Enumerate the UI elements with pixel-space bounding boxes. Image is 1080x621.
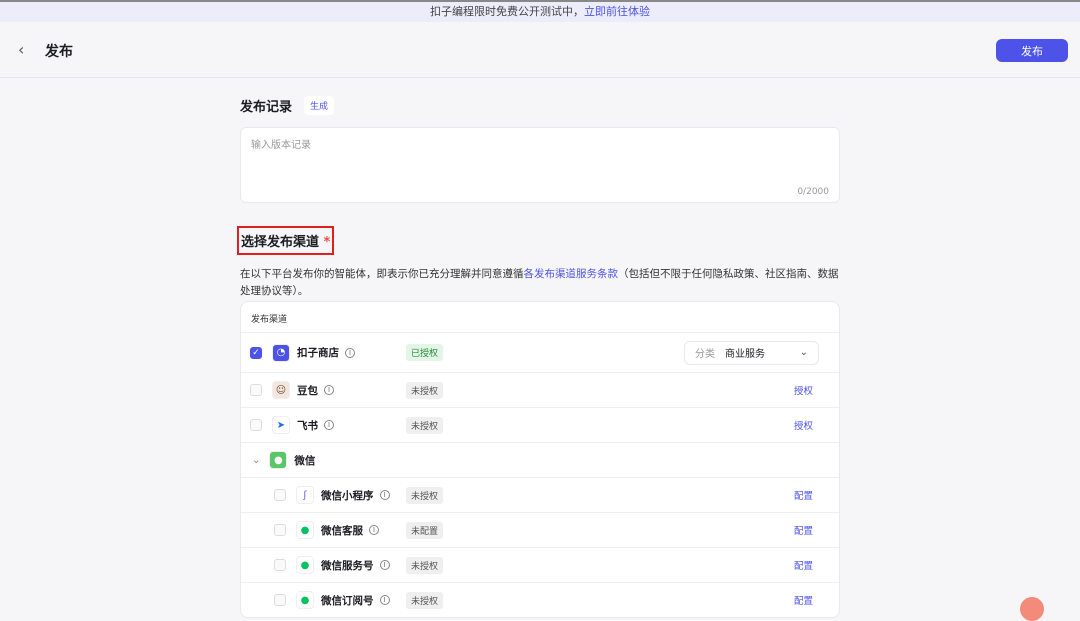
channel-name: 扣子商店 bbox=[297, 347, 339, 359]
configure-link[interactable]: 配置 bbox=[794, 558, 813, 572]
table-header: 发布渠道 bbox=[251, 315, 288, 325]
category-label: 分类 bbox=[695, 349, 715, 360]
wechat-service-icon: ● bbox=[296, 521, 314, 539]
checkbox[interactable] bbox=[274, 559, 286, 571]
info-icon[interactable]: i bbox=[324, 420, 334, 430]
configure-link[interactable]: 配置 bbox=[794, 523, 813, 537]
wechat-subscription-icon: ● bbox=[296, 591, 314, 609]
feishu-icon: ➤ bbox=[272, 416, 290, 434]
channel-name: 飞书 bbox=[297, 419, 318, 432]
promo-banner: 扣子编程限时免费公开测试中，立即前往体验 bbox=[0, 0, 1080, 22]
checkbox[interactable] bbox=[274, 524, 286, 536]
channel-row-coze-store: ✓ ◔ 扣子商店 i 已授权 分类 商业服务 ⌄ bbox=[241, 332, 839, 372]
authorize-link[interactable]: 授权 bbox=[794, 418, 813, 432]
version-record-field[interactable]: 0/2000 bbox=[240, 127, 840, 203]
configure-link[interactable]: 配置 bbox=[794, 593, 813, 607]
checkbox[interactable] bbox=[250, 419, 262, 431]
status-badge: 未授权 bbox=[406, 416, 444, 434]
channel-name: 微信 bbox=[294, 454, 316, 467]
status-badge: 未授权 bbox=[406, 591, 444, 609]
info-icon[interactable]: i bbox=[379, 560, 390, 570]
channels-description: 在以下平台发布你的智能体，即表示你已充分理解并同意遵循各发布渠道服务条款（包括但… bbox=[240, 266, 840, 300]
record-title: 发布记录 bbox=[240, 100, 293, 115]
info-icon[interactable]: i bbox=[324, 385, 334, 395]
authorize-link[interactable]: 授权 bbox=[794, 383, 813, 397]
info-icon[interactable]: i bbox=[379, 595, 390, 605]
page-title: 发布 bbox=[45, 44, 73, 60]
channel-row-wechat-subscription: ● 微信订阅号 i 未授权 配置 bbox=[241, 582, 839, 617]
channels-title: 选择发布渠道 * bbox=[237, 226, 335, 255]
checkbox[interactable] bbox=[274, 594, 286, 606]
configure-link[interactable]: 配置 bbox=[794, 488, 813, 502]
wechat-icon: ● bbox=[269, 451, 288, 469]
chevron-down-icon: ⌄ bbox=[799, 347, 808, 358]
coze-store-icon: ◔ bbox=[272, 343, 290, 362]
back-icon[interactable]: ‹ bbox=[18, 40, 24, 59]
channels-title-text: 选择发布渠道 bbox=[241, 235, 320, 250]
info-icon[interactable]: i bbox=[369, 525, 379, 535]
checkbox[interactable]: ✓ bbox=[250, 346, 262, 359]
status-badge: 未配置 bbox=[406, 521, 444, 539]
channel-name: 微信订阅号 bbox=[321, 594, 374, 607]
channel-name: 微信小程序 bbox=[321, 489, 374, 502]
category-select[interactable]: 分类 商业服务 ⌄ bbox=[684, 340, 819, 365]
miniprogram-icon: ʃ bbox=[296, 486, 314, 504]
checkbox[interactable] bbox=[274, 489, 286, 501]
status-badge: 未授权 bbox=[406, 381, 444, 399]
info-icon[interactable]: i bbox=[345, 347, 355, 358]
required-mark: * bbox=[323, 235, 331, 250]
channel-name: 豆包 bbox=[297, 384, 318, 397]
channel-row-wechat-service: ● 微信客服 i 未配置 配置 bbox=[241, 512, 839, 547]
channel-row-wechat-official: ● 微信服务号 i 未授权 配置 bbox=[241, 547, 839, 582]
wechat-official-icon: ● bbox=[296, 556, 314, 574]
banner-text: 扣子编程限时免费公开测试中， bbox=[430, 5, 584, 18]
channel-row-feishu: ➤ 飞书 i 未授权 授权 bbox=[241, 407, 839, 442]
main-content: 发布记录生成 0/2000 选择发布渠道 * 在以下平台发布你的智能体，即表示你… bbox=[237, 96, 840, 618]
doubao-icon: ☺ bbox=[272, 381, 290, 399]
status-badge: 已授权 bbox=[406, 344, 444, 361]
publish-button[interactable]: 发布 bbox=[996, 39, 1068, 62]
status-badge: 未授权 bbox=[406, 486, 444, 504]
info-icon[interactable]: i bbox=[379, 490, 390, 500]
channel-name: 微信客服 bbox=[321, 524, 363, 537]
channel-row-doubao: ☺ 豆包 i 未授权 授权 bbox=[241, 372, 839, 407]
status-badge: 未授权 bbox=[406, 556, 444, 574]
channels-table: 发布渠道 ✓ ◔ 扣子商店 i 已授权 分类 商业服务 ⌄ ☺ 豆包 i 未授权 授权 … bbox=[240, 301, 840, 618]
desc-text: 在以下平台发布你的智能体，即表示你已充分理解并同意遵循 bbox=[240, 268, 524, 280]
chevron-down-icon[interactable]: ⌄ bbox=[252, 455, 260, 466]
version-record-input[interactable] bbox=[241, 128, 839, 202]
channel-group-wechat[interactable]: ⌄ ● 微信 bbox=[241, 442, 839, 477]
generate-button[interactable]: 生成 bbox=[304, 96, 335, 115]
char-counter: 0/2000 bbox=[797, 187, 829, 197]
assistant-avatar-icon[interactable] bbox=[1020, 597, 1044, 621]
header: ‹ 发布 发布 bbox=[0, 22, 1080, 78]
banner-link[interactable]: 立即前往体验 bbox=[584, 5, 650, 18]
channel-row-wechat-miniprogram: ʃ 微信小程序 i 未授权 配置 bbox=[241, 477, 839, 512]
channel-name: 微信服务号 bbox=[321, 559, 374, 572]
category-value: 商业服务 bbox=[725, 349, 765, 360]
checkbox[interactable] bbox=[250, 384, 262, 396]
terms-link[interactable]: 各发布渠道服务条款 bbox=[524, 268, 619, 280]
